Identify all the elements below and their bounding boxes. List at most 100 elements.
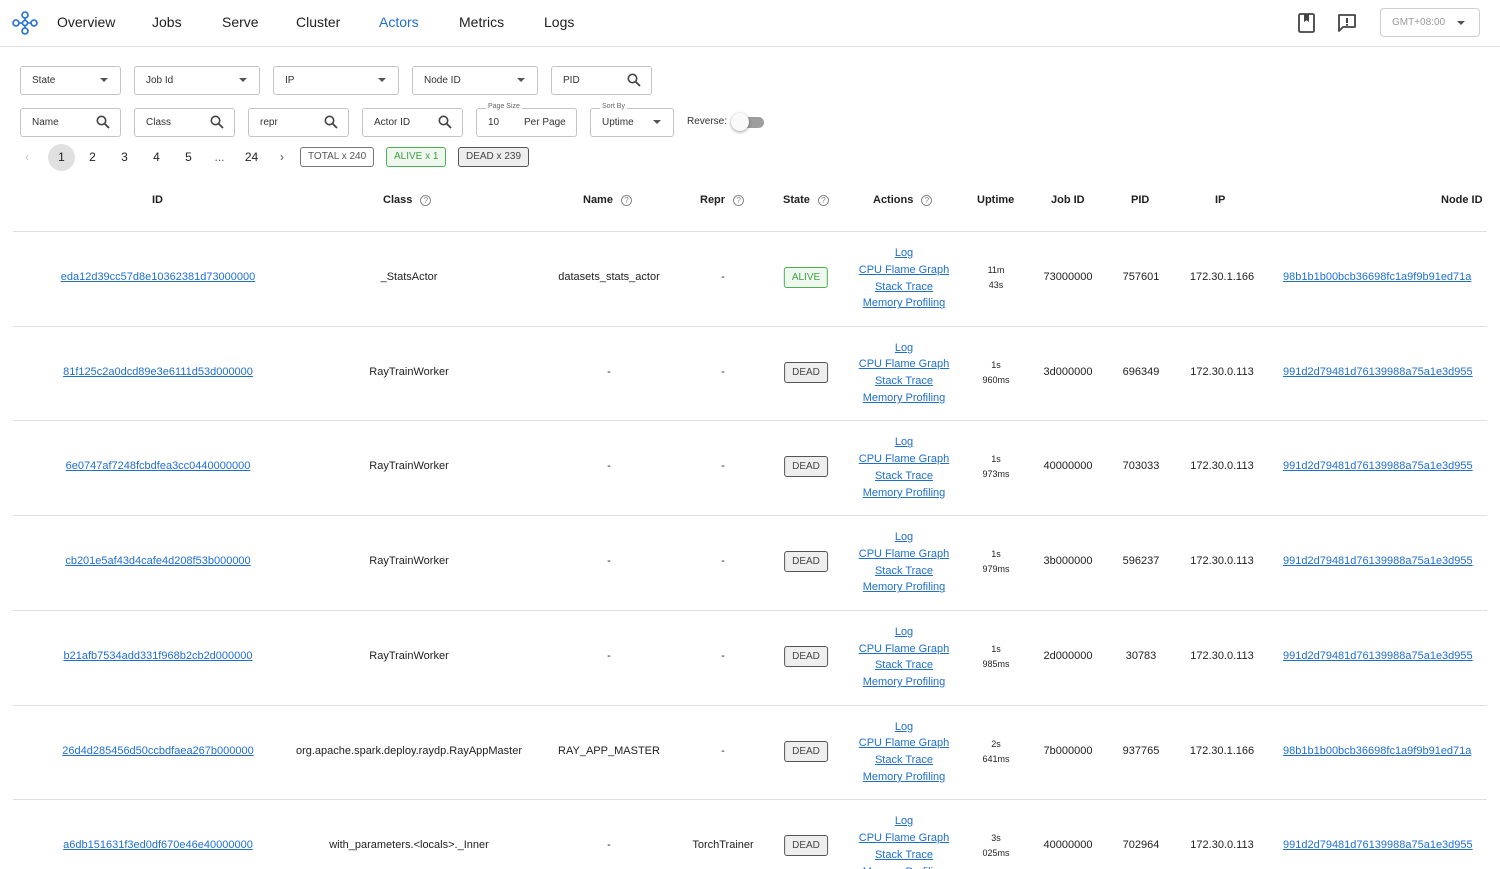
stack-trace-link[interactable]: Stack Trace	[859, 373, 949, 390]
actor-id-link[interactable]: 6e0747af7248fcbdfea3cc0440000000	[66, 460, 251, 472]
reverse-toggle[interactable]	[731, 113, 749, 131]
log-link[interactable]: Log	[859, 719, 949, 736]
column-header-job-id[interactable]: Job ID	[1051, 194, 1085, 206]
feedback-icon[interactable]	[1336, 12, 1358, 34]
page-size-suffix: Per Page	[524, 117, 566, 128]
node-id-link[interactable]: 991d2d79481d76139988a75a1e3d955	[1283, 839, 1500, 851]
cpu-flame-graph-link[interactable]: CPU Flame Graph	[859, 451, 949, 468]
stack-trace-link[interactable]: Stack Trace	[859, 563, 949, 580]
node-id-link[interactable]: 991d2d79481d76139988a75a1e3d955	[1283, 460, 1500, 472]
node-id-link[interactable]: 991d2d79481d76139988a75a1e3d955	[1283, 366, 1500, 378]
cpu-flame-graph-link[interactable]: CPU Flame Graph	[859, 356, 949, 373]
cpu-flame-graph-link[interactable]: CPU Flame Graph	[859, 641, 949, 658]
column-header-pid[interactable]: PID	[1131, 194, 1149, 206]
column-header-repr[interactable]: Repr?	[700, 194, 745, 206]
help-icon[interactable]: ?	[420, 195, 432, 206]
actions-cell: LogCPU Flame GraphStack TraceMemory Prof…	[859, 719, 949, 786]
page-button-2[interactable]: 2	[79, 144, 106, 171]
node-id-link[interactable]: 98b1b1b00bcb36698fc1a9f9b91ed71a	[1283, 271, 1500, 283]
name-search-input[interactable]: Name	[20, 108, 121, 137]
stack-trace-link[interactable]: Stack Trace	[859, 752, 949, 769]
ip-filter-select[interactable]: IP	[273, 66, 399, 95]
log-link[interactable]: Log	[859, 245, 949, 262]
actor-id-link[interactable]: eda12d39cc57d8e10362381d73000000	[61, 271, 256, 283]
chevron-down-icon	[1457, 21, 1465, 25]
log-link[interactable]: Log	[859, 813, 949, 830]
memory-profiling-link[interactable]: Memory Profiling	[859, 579, 949, 596]
stack-trace-link[interactable]: Stack Trace	[859, 279, 949, 296]
column-header-name[interactable]: Name?	[583, 194, 632, 206]
stack-trace-link[interactable]: Stack Trace	[859, 468, 949, 485]
help-icon[interactable]: ?	[733, 195, 745, 206]
ray-logo-icon[interactable]	[12, 10, 38, 36]
name-placeholder: Name	[32, 117, 59, 128]
column-header-uptime[interactable]: Uptime	[977, 194, 1014, 206]
next-page-button[interactable]: ›	[280, 150, 284, 164]
memory-profiling-link[interactable]: Memory Profiling	[859, 295, 949, 312]
nav-overview[interactable]: Overview	[57, 14, 115, 30]
column-header-ip[interactable]: IP	[1215, 194, 1225, 206]
class-search-input[interactable]: Class	[134, 108, 235, 137]
memory-profiling-link[interactable]: Memory Profiling	[859, 769, 949, 786]
node-id-link[interactable]: 991d2d79481d76139988a75a1e3d955	[1283, 650, 1500, 662]
node-id-link[interactable]: 98b1b1b00bcb36698fc1a9f9b91ed71a	[1283, 745, 1500, 757]
memory-profiling-link[interactable]: Memory Profiling	[859, 390, 949, 407]
column-header-node-id[interactable]: Node ID	[1441, 194, 1483, 206]
page-size-input[interactable]: Page Size 10 Per Page	[476, 103, 577, 137]
page-button-5[interactable]: 5	[175, 144, 202, 171]
cpu-flame-graph-link[interactable]: CPU Flame Graph	[859, 546, 949, 563]
node-id-link[interactable]: 991d2d79481d76139988a75a1e3d955	[1283, 555, 1500, 567]
sort-by-select[interactable]: Sort By Uptime	[590, 103, 674, 137]
log-link[interactable]: Log	[859, 340, 949, 357]
page-button-3[interactable]: 3	[111, 144, 138, 171]
stack-trace-link[interactable]: Stack Trace	[859, 657, 949, 674]
stack-trace-link[interactable]: Stack Trace	[859, 847, 949, 864]
state-badge: DEAD	[784, 551, 828, 573]
actor-id-link[interactable]: 26d4d285456d50ccbdfaea267b000000	[62, 745, 253, 757]
nav-actors[interactable]: Actors	[379, 14, 419, 30]
help-icon[interactable]: ?	[921, 195, 933, 206]
memory-profiling-link[interactable]: Memory Profiling	[859, 864, 949, 869]
repr-search-input[interactable]: repr	[248, 108, 349, 137]
column-header-class[interactable]: Class?	[383, 194, 432, 206]
cpu-flame-graph-link[interactable]: CPU Flame Graph	[859, 735, 949, 752]
nav-metrics[interactable]: Metrics	[459, 14, 504, 30]
column-header-actions-label: Actions	[873, 194, 914, 206]
actor-id-link[interactable]: cb201e5af43d4cafe4d208f53b000000	[65, 555, 250, 567]
node-id-filter-select[interactable]: Node ID	[412, 66, 538, 95]
column-header-actions[interactable]: Actions?	[873, 194, 933, 206]
uptime-cell: 11m 43s	[988, 263, 1005, 293]
actor-id-link[interactable]: 81f125c2a0dcd89e3e6111d53d000000	[63, 366, 253, 378]
cpu-flame-graph-link[interactable]: CPU Flame Graph	[859, 830, 949, 847]
page-button-1[interactable]: 1	[48, 144, 75, 171]
actor-id-search-input[interactable]: Actor ID	[362, 108, 463, 137]
uptime-major: 1s	[991, 643, 1001, 654]
actor-id-link[interactable]: b21afb7534add331f968b2cb2d000000	[63, 650, 252, 662]
cpu-flame-graph-link[interactable]: CPU Flame Graph	[859, 262, 949, 279]
help-icon[interactable]: ?	[817, 195, 829, 206]
job-id-filter-select[interactable]: Job Id	[134, 66, 260, 95]
page-button-24[interactable]: 24	[238, 144, 265, 171]
log-link[interactable]: Log	[859, 434, 949, 451]
pid-search-input[interactable]: PID	[551, 66, 652, 95]
log-link[interactable]: Log	[859, 529, 949, 546]
alive-count-badge: ALIVE x 1	[386, 147, 447, 167]
docs-book-icon[interactable]	[1296, 12, 1318, 34]
memory-profiling-link[interactable]: Memory Profiling	[859, 485, 949, 502]
log-link[interactable]: Log	[859, 624, 949, 641]
timezone-select[interactable]: GMT+08:00	[1380, 8, 1480, 37]
actor-id-link[interactable]: a6db151631f3ed0df670e46e40000000	[63, 839, 253, 851]
prev-page-button[interactable]: ‹	[25, 150, 29, 164]
nav-logs[interactable]: Logs	[544, 14, 574, 30]
state-filter-select[interactable]: State	[20, 66, 121, 95]
nav-jobs[interactable]: Jobs	[152, 14, 182, 30]
column-header-id[interactable]: ID	[152, 194, 163, 206]
state-badge: DEAD	[784, 740, 828, 762]
column-header-state[interactable]: State?	[783, 194, 829, 206]
memory-profiling-link[interactable]: Memory Profiling	[859, 674, 949, 691]
nav-cluster[interactable]: Cluster	[296, 14, 340, 30]
help-icon[interactable]: ?	[620, 195, 632, 206]
nav-serve[interactable]: Serve	[222, 14, 259, 30]
uptime-cell: 1s 960ms	[982, 358, 1009, 388]
page-button-4[interactable]: 4	[143, 144, 170, 171]
